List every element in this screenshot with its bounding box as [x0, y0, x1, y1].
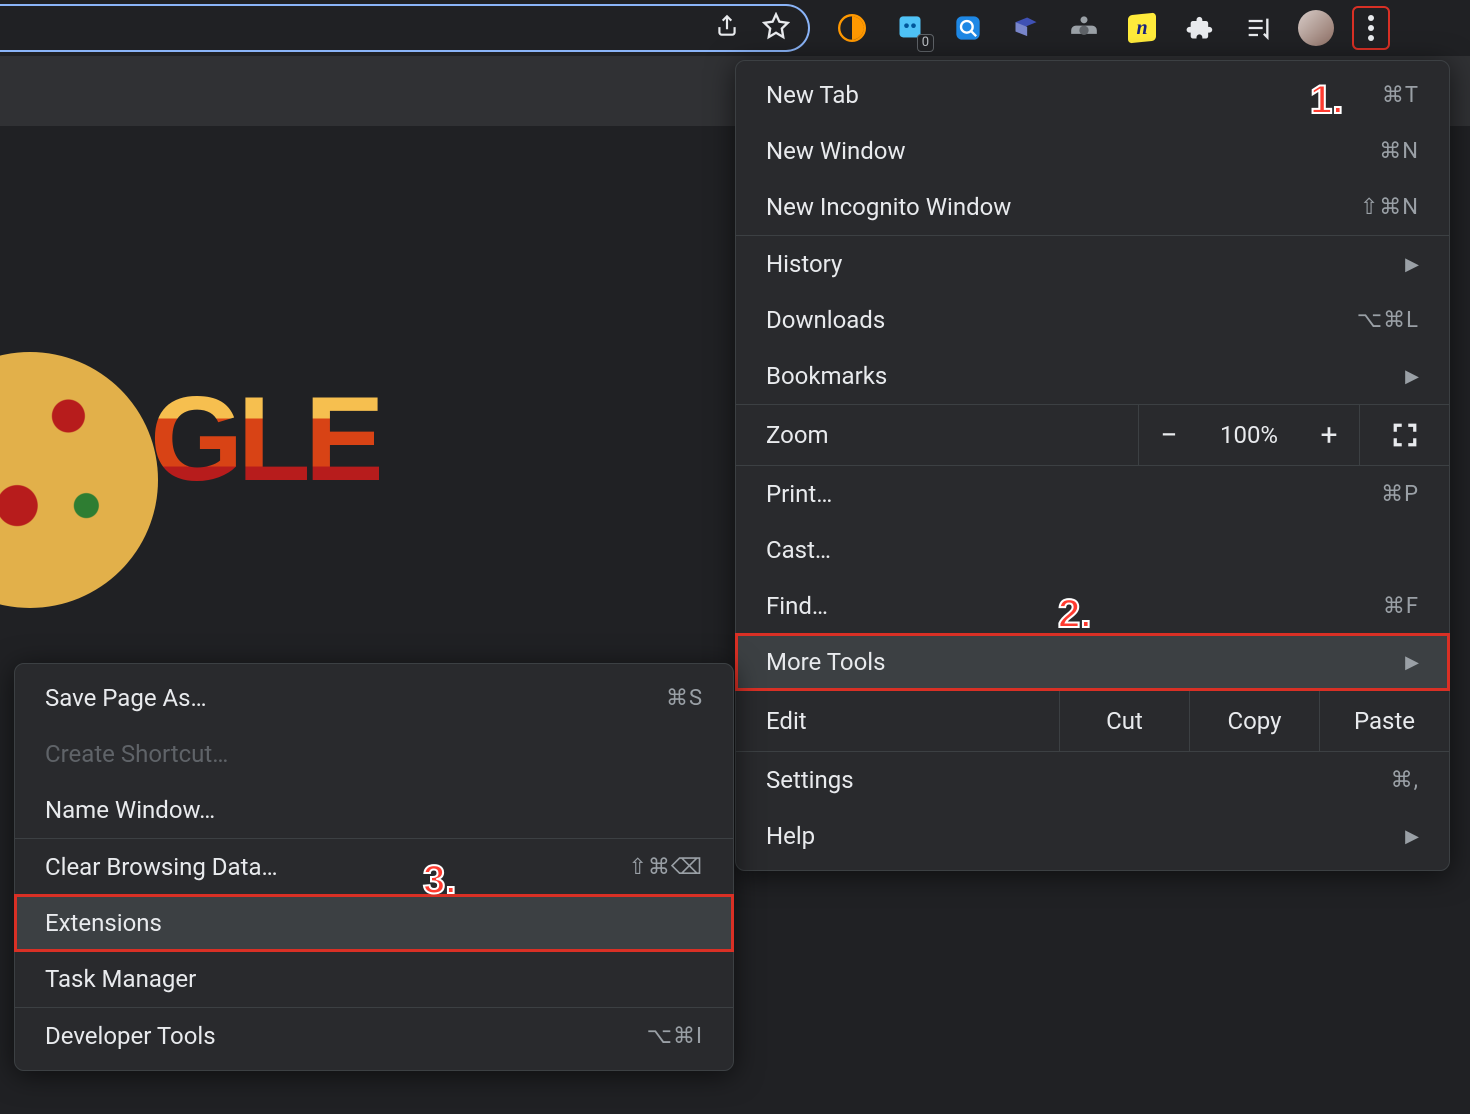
- menu-label: New Incognito Window: [766, 193, 1360, 221]
- menu-settings[interactable]: Settings ⌘,: [736, 752, 1449, 808]
- menu-label: Create Shortcut…: [45, 740, 703, 768]
- menu-label: Developer Tools: [45, 1022, 647, 1050]
- menu-more-tools[interactable]: More Tools ▶: [736, 634, 1449, 690]
- menu-new-window[interactable]: New Window ⌘N: [736, 123, 1449, 179]
- submenu-chevron-icon: ▶: [1405, 652, 1419, 673]
- extensions-puzzle-icon[interactable]: [1178, 6, 1222, 50]
- annotation-callout-2: 2.: [1058, 592, 1091, 637]
- menu-zoom-row: Zoom − 100% +: [736, 404, 1449, 466]
- extension-icon-1[interactable]: [830, 6, 874, 50]
- menu-shortcut: ⌘F: [1383, 594, 1419, 619]
- chrome-menu-button[interactable]: [1352, 6, 1390, 50]
- submenu-clear-browsing-data[interactable]: Clear Browsing Data… ⇧⌘⌫: [15, 839, 733, 895]
- menu-label: Clear Browsing Data…: [45, 853, 628, 881]
- submenu-chevron-icon: ▶: [1405, 826, 1419, 847]
- menu-new-incognito[interactable]: New Incognito Window ⇧⌘N: [736, 179, 1449, 235]
- edit-cut-button[interactable]: Cut: [1059, 691, 1189, 751]
- menu-shortcut: ⌘N: [1379, 139, 1419, 164]
- menu-label: Bookmarks: [766, 362, 1405, 390]
- extension-icon-3[interactable]: [946, 6, 990, 50]
- menu-edit-row: Edit Cut Copy Paste: [736, 690, 1449, 752]
- menu-label: Save Page As…: [45, 684, 666, 712]
- menu-cast[interactable]: Cast…: [736, 522, 1449, 578]
- menu-label: Help: [766, 822, 1405, 850]
- share-icon[interactable]: [714, 13, 740, 43]
- edit-label: Edit: [736, 707, 1059, 735]
- submenu-extensions[interactable]: Extensions: [15, 895, 733, 951]
- omnibox[interactable]: [0, 4, 810, 52]
- edit-copy-button[interactable]: Copy: [1189, 691, 1319, 751]
- menu-label: Extensions: [45, 909, 703, 937]
- zoom-label: Zoom: [736, 421, 1138, 449]
- menu-label: History: [766, 250, 1405, 278]
- google-doodle: GLE: [0, 310, 340, 570]
- fullscreen-button[interactable]: [1359, 405, 1449, 465]
- submenu-name-window[interactable]: Name Window…: [15, 782, 733, 838]
- menu-shortcut: ⇧⌘N: [1360, 195, 1419, 220]
- menu-label: Settings: [766, 766, 1391, 794]
- menu-print[interactable]: Print… ⌘P: [736, 466, 1449, 522]
- menu-shortcut: ⌘P: [1381, 482, 1419, 507]
- menu-label: New Tab: [766, 81, 1382, 109]
- menu-label: New Window: [766, 137, 1379, 165]
- extension-icon-6[interactable]: [1120, 6, 1164, 50]
- bookmark-star-icon[interactable]: [762, 12, 790, 44]
- edit-paste-button[interactable]: Paste: [1319, 691, 1449, 751]
- annotation-callout-3: 3.: [423, 858, 456, 903]
- more-tools-submenu: Save Page As… ⌘S Create Shortcut… Name W…: [14, 663, 734, 1071]
- submenu-chevron-icon: ▶: [1405, 366, 1419, 387]
- menu-label: Name Window…: [45, 796, 703, 824]
- menu-shortcut: ⌘T: [1382, 83, 1419, 108]
- menu-shortcut: ⌥⌘I: [647, 1024, 703, 1049]
- menu-shortcut: ⌥⌘L: [1357, 308, 1419, 333]
- menu-help[interactable]: Help ▶: [736, 808, 1449, 864]
- submenu-task-manager[interactable]: Task Manager: [15, 951, 733, 1007]
- submenu-chevron-icon: ▶: [1405, 254, 1419, 275]
- zoom-out-button[interactable]: −: [1139, 418, 1199, 453]
- menu-label: Task Manager: [45, 965, 703, 993]
- menu-label: Downloads: [766, 306, 1357, 334]
- zoom-value: 100%: [1199, 421, 1299, 449]
- zoom-in-button[interactable]: +: [1299, 418, 1359, 453]
- profile-avatar[interactable]: [1294, 6, 1338, 50]
- extension-icon-2[interactable]: 0: [888, 6, 932, 50]
- reading-list-icon[interactable]: [1236, 6, 1280, 50]
- menu-bookmarks[interactable]: Bookmarks ▶: [736, 348, 1449, 404]
- chrome-main-menu: New Tab ⌘T New Window ⌘N New Incognito W…: [735, 60, 1450, 871]
- submenu-developer-tools[interactable]: Developer Tools ⌥⌘I: [15, 1008, 733, 1064]
- menu-label: Print…: [766, 480, 1381, 508]
- menu-label: More Tools: [766, 648, 1405, 676]
- menu-label: Cast…: [766, 536, 1419, 564]
- submenu-create-shortcut: Create Shortcut…: [15, 726, 733, 782]
- menu-shortcut: ⇧⌘⌫: [628, 855, 703, 880]
- doodle-text: GLE: [150, 370, 379, 508]
- extension-icon-4[interactable]: [1004, 6, 1048, 50]
- menu-shortcut: ⌘S: [666, 686, 703, 711]
- extension-icon-5[interactable]: [1062, 6, 1106, 50]
- menu-shortcut: ⌘,: [1391, 768, 1419, 793]
- browser-toolbar: 0: [0, 0, 1470, 56]
- menu-downloads[interactable]: Downloads ⌥⌘L: [736, 292, 1449, 348]
- submenu-save-page[interactable]: Save Page As… ⌘S: [15, 670, 733, 726]
- extension-icons-row: 0: [830, 0, 1390, 56]
- menu-history[interactable]: History ▶: [736, 236, 1449, 292]
- menu-find[interactable]: Find… ⌘F: [736, 578, 1449, 634]
- extension-badge: 0: [917, 34, 934, 52]
- annotation-callout-1: 1.: [1310, 78, 1343, 123]
